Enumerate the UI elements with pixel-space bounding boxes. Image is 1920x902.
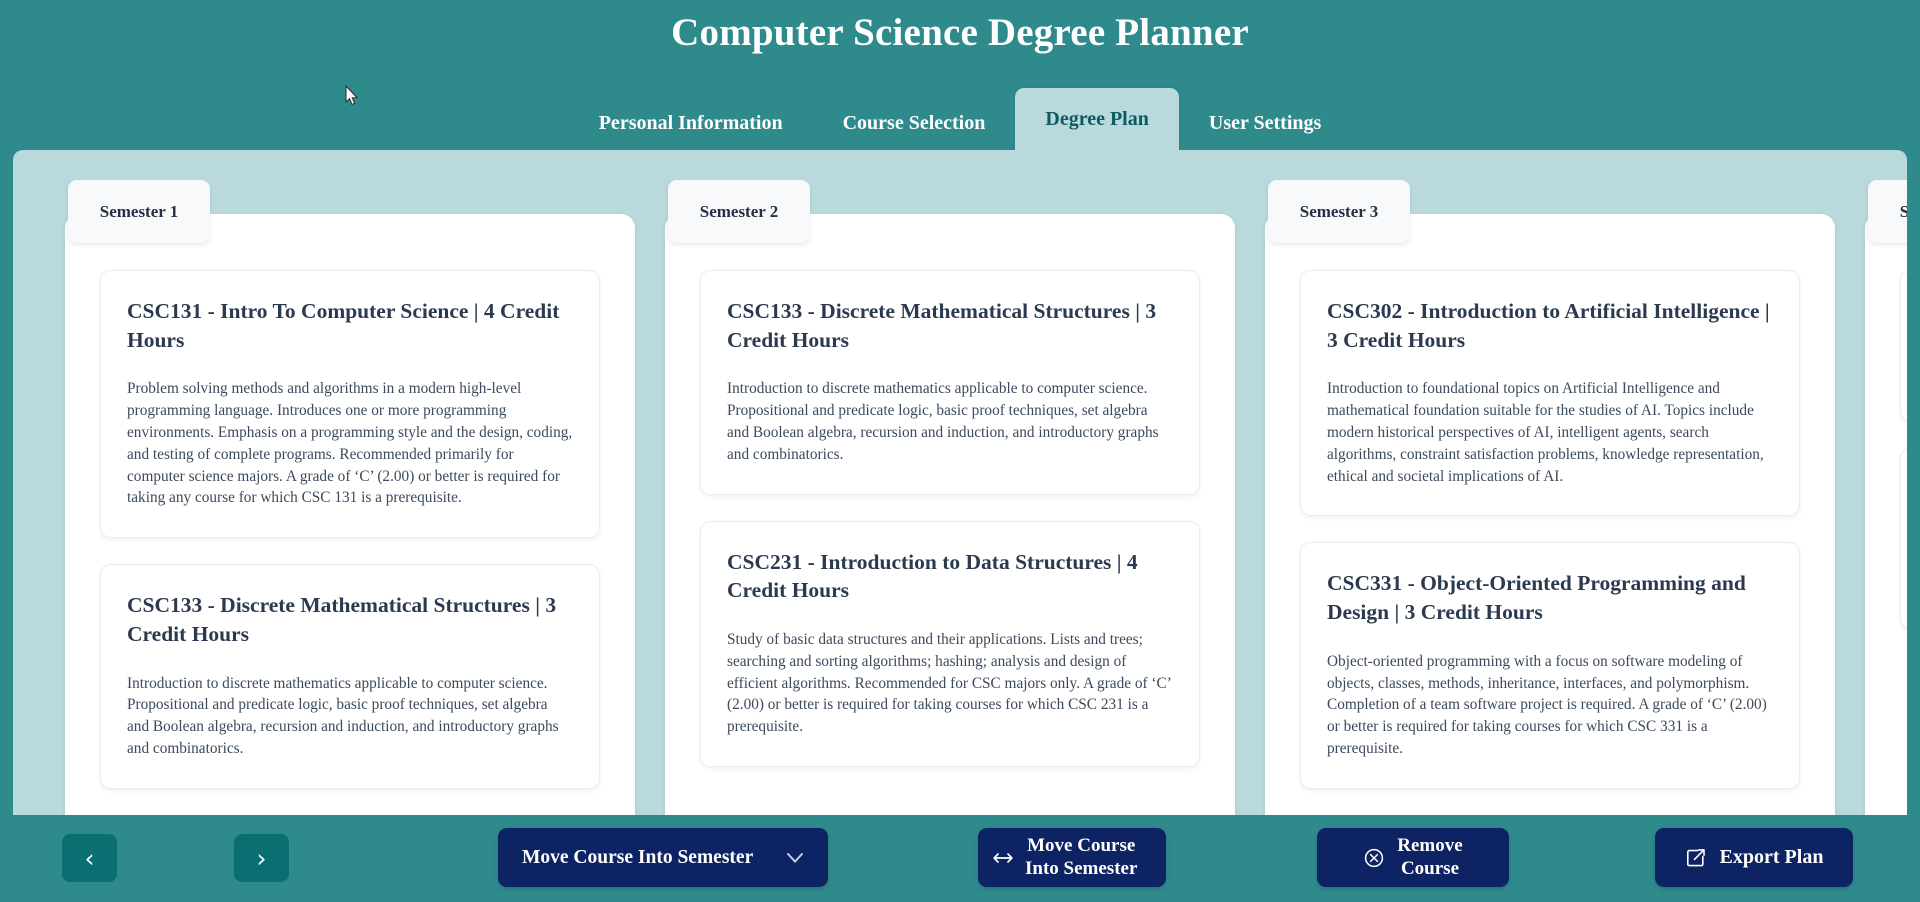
semester-columns: Semester 1 CSC131 - Intro To Computer Sc… (13, 150, 1907, 815)
remove-course-button-label: Remove Course (1397, 835, 1462, 880)
move-course-dropdown-label: Move Course Into Semester (522, 846, 754, 868)
course-title: CSC302 - Introduction to Artificial Inte… (1327, 299, 1770, 352)
course-card[interactable]: CSC331 - Object-Oriented Programming and… (1300, 542, 1800, 789)
course-title: CSC133 - Discrete Mathematical Structure… (127, 593, 557, 646)
chevron-left-icon: ‹ (84, 843, 95, 873)
course-title: CSC231 - Introduction to Data Structures… (727, 549, 1138, 603)
tab-course-selection[interactable]: Course Selection (813, 96, 1016, 150)
semester-tab-2[interactable]: Semester 2 (668, 180, 810, 243)
move-course-button-label: Move Course Into Semester (1025, 835, 1137, 880)
page-title: Computer Science Degree Planner (671, 11, 1249, 54)
remove-label-line-1: Remove (1397, 835, 1463, 857)
course-description: Introduction to discrete mathematics app… (727, 380, 1159, 463)
course-card[interactable]: CSC133 - Discrete Mathematical Structure… (100, 564, 600, 789)
move-course-into-semester-button[interactable]: Move Course Into Semester (978, 828, 1166, 887)
bottom-toolbar: ‹ › Move Course Into Semester Move Cours… (0, 815, 1920, 902)
course-title: CSC131 - Intro To Computer Science | 4 C… (127, 299, 560, 352)
next-semester-button[interactable]: › (234, 834, 289, 882)
course-description: Introduction to foundational topics on A… (1327, 380, 1764, 485)
previous-semester-button[interactable]: ‹ (62, 834, 117, 882)
chevron-down-icon (786, 852, 804, 864)
semester-column: Semester 1 CSC131 - Intro To Computer Sc… (65, 180, 635, 815)
course-card[interactable]: CSC340 - Software Engineering | 3 Credit… (1900, 448, 1907, 630)
external-link-icon (1685, 847, 1707, 869)
semester-tab-4[interactable]: Semester 4 (1868, 180, 1907, 243)
tab-personal-information[interactable]: Personal Information (569, 96, 813, 150)
course-description: Object-oriented programming with a focus… (1327, 652, 1767, 758)
chevron-right-icon: › (256, 843, 267, 873)
remove-course-button[interactable]: Remove Course (1317, 828, 1509, 887)
course-card[interactable]: CSC302 - Introduction to Artificial Inte… (1300, 270, 1800, 517)
export-plan-button-label: Export Plan (1719, 846, 1824, 868)
semester-tab-3[interactable]: Semester 3 (1268, 180, 1410, 243)
course-description: Problem solving methods and algorithms i… (127, 380, 573, 507)
course-card[interactable]: CSC332 - Operating Systems | 3 Credit Ho… (1900, 270, 1907, 423)
tab-degree-plan[interactable]: Degree Plan (1015, 88, 1179, 150)
semester-column: Semester 4 CSC332 - Operating Systems | … (1865, 180, 1907, 815)
move-label-line-1: Move Course (1027, 835, 1136, 857)
semester-column: Semester 2 CSC133 - Discrete Mathematica… (665, 180, 1235, 815)
course-card[interactable]: CSC231 - Introduction to Data Structures… (700, 520, 1200, 768)
semester-tab-1[interactable]: Semester 1 (68, 180, 210, 243)
course-description: Study of basic data structures and their… (727, 630, 1171, 736)
course-title: CSC331 - Object-Oriented Programming and… (1327, 571, 1746, 625)
export-plan-button[interactable]: Export Plan (1655, 828, 1853, 887)
main-tab-strip: Personal Information Course Selection De… (0, 88, 1920, 150)
tab-user-settings[interactable]: User Settings (1179, 96, 1351, 150)
circle-x-icon (1363, 847, 1385, 869)
app-header: Computer Science Degree Planner Personal… (0, 0, 1920, 150)
remove-label-line-2: Course (1400, 857, 1460, 879)
semester-panel-2: CSC133 - Discrete Mathematical Structure… (665, 214, 1235, 815)
move-label-line-2: Into Semester (1025, 857, 1138, 879)
left-right-arrow-icon (992, 850, 1014, 866)
course-description: Introduction to discrete mathematics app… (127, 674, 559, 758)
semester-column: Semester 3 CSC302 - Introduction to Arti… (1265, 180, 1835, 815)
course-card[interactable]: CSC131 - Intro To Computer Science | 4 C… (100, 270, 600, 539)
degree-plan-content: Semester 1 CSC131 - Intro To Computer Sc… (13, 150, 1907, 815)
semester-panel-1: CSC131 - Intro To Computer Science | 4 C… (65, 214, 635, 815)
move-course-dropdown[interactable]: Move Course Into Semester (498, 828, 828, 887)
semester-panel-4: CSC332 - Operating Systems | 3 Credit Ho… (1865, 214, 1907, 815)
app-root: Computer Science Degree Planner Personal… (0, 0, 1920, 902)
course-card[interactable]: CSC133 - Discrete Mathematical Structure… (700, 270, 1200, 495)
course-title: CSC133 - Discrete Mathematical Structure… (727, 299, 1157, 352)
semester-panel-3: CSC302 - Introduction to Artificial Inte… (1265, 214, 1835, 815)
